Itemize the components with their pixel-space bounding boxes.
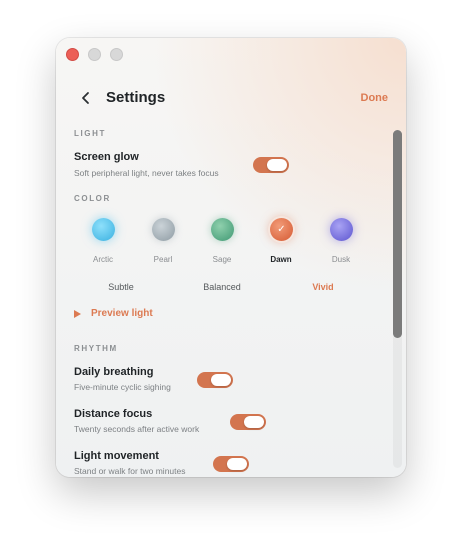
section-label-color: COLOR <box>74 194 111 203</box>
toggle-knob <box>211 374 231 386</box>
done-button[interactable]: Done <box>361 92 389 104</box>
light-movement-toggle[interactable] <box>213 456 249 472</box>
maximize-window-button[interactable] <box>110 48 123 61</box>
daily-breathing-title: Daily breathing <box>74 366 154 378</box>
swatch-dawn[interactable]: ✓ <box>270 218 293 241</box>
section-label-rhythm: RHYTHM <box>74 344 118 353</box>
swatch-dusk[interactable] <box>330 218 353 241</box>
swatch-label-dusk: Dusk <box>331 255 351 264</box>
minimize-window-button[interactable] <box>88 48 101 61</box>
swatch-label-arctic: Arctic <box>93 255 113 264</box>
swatch-pearl[interactable] <box>152 218 175 241</box>
back-chevron-icon[interactable] <box>79 91 93 105</box>
distance-focus-subtitle: Twenty seconds after active work <box>74 424 200 434</box>
play-icon[interactable] <box>74 310 81 318</box>
daily-breathing-subtitle: Five-minute cyclic sighing <box>74 382 171 392</box>
swatch-label-dawn: Dawn <box>270 255 292 264</box>
toggle-knob <box>267 159 287 171</box>
daily-breathing-toggle[interactable] <box>197 372 233 388</box>
screen-glow-toggle[interactable] <box>253 157 289 173</box>
selected-check-icon: ✓ <box>277 224 286 235</box>
preview-light-button[interactable]: Preview light <box>91 308 153 319</box>
close-window-button[interactable] <box>66 48 79 61</box>
screen-glow-subtitle: Soft peripheral light, never takes focus <box>74 168 219 178</box>
section-label-light: LIGHT <box>74 129 106 138</box>
intensity-subtle[interactable]: Subtle <box>91 282 151 292</box>
swatch-arctic[interactable] <box>92 218 115 241</box>
toggle-knob <box>244 416 264 428</box>
distance-focus-toggle[interactable] <box>230 414 266 430</box>
swatch-sage[interactable] <box>211 218 234 241</box>
screen-glow-title: Screen glow <box>74 151 139 163</box>
toggle-knob <box>227 458 247 470</box>
swatch-label-sage: Sage <box>212 255 232 264</box>
light-movement-title: Light movement <box>74 450 159 462</box>
intensity-balanced[interactable]: Balanced <box>192 282 252 292</box>
page-title: Settings <box>106 89 166 106</box>
light-movement-subtitle: Stand or walk for two minutes <box>74 466 186 476</box>
distance-focus-title: Distance focus <box>74 408 153 420</box>
scrollbar-thumb[interactable] <box>393 130 402 338</box>
swatch-label-pearl: Pearl <box>153 255 173 264</box>
settings-window: Settings Done LIGHT Screen glow Soft per… <box>56 38 406 477</box>
intensity-vivid[interactable]: Vivid <box>293 282 353 292</box>
